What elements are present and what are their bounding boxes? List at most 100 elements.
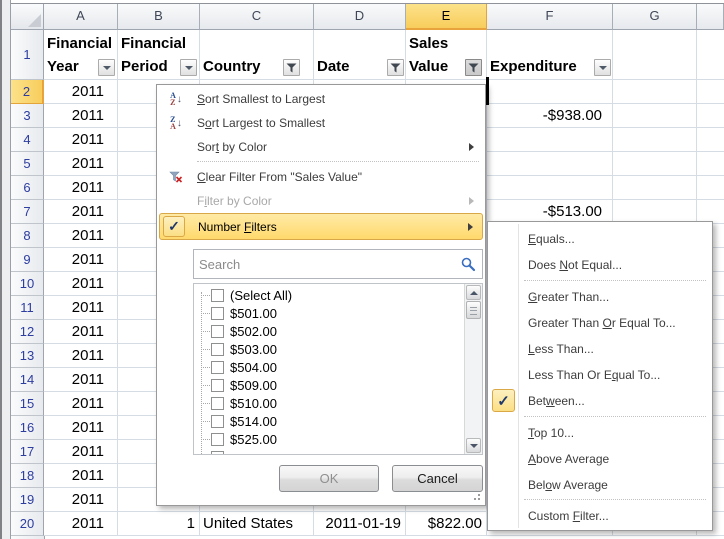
row-header-6[interactable]: 6 (11, 176, 44, 200)
submenu-item-less-than-or-equal[interactable]: Less Than Or Equal To... (490, 362, 710, 388)
cell-a18[interactable]: 2011 (44, 464, 118, 488)
row-header-8[interactable]: 8 (11, 224, 44, 248)
select-all-corner[interactable] (11, 4, 44, 30)
submenu-item-custom-filter[interactable]: Custom Filter... (490, 503, 710, 529)
cell-pad1[interactable] (697, 30, 724, 80)
cell-pad3[interactable] (697, 104, 724, 128)
menu-item-number-filters[interactable]: ✓ Number Filters (159, 213, 483, 240)
submenu-item-greater-than[interactable]: Greater Than... (490, 284, 710, 310)
search-input[interactable] (194, 257, 461, 272)
row-header-5[interactable]: 5 (11, 152, 44, 176)
submenu-item-below-average[interactable]: Below Average (490, 472, 710, 498)
list-scrollbar[interactable] (464, 284, 482, 454)
list-item[interactable]: $514.00 (194, 412, 465, 430)
cell-c1[interactable]: Country (200, 30, 314, 80)
row-header-7[interactable]: 7 (11, 200, 44, 224)
row-header-14[interactable]: 14 (11, 368, 44, 392)
cell-pad6[interactable] (697, 176, 724, 200)
cell-d20[interactable]: 2011-01-19 (314, 512, 406, 536)
checkbox[interactable] (211, 397, 224, 410)
cell-a13[interactable]: 2011 (44, 344, 118, 368)
cell-a19[interactable]: 2011 (44, 488, 118, 512)
column-header-D[interactable]: D (314, 4, 406, 30)
list-item[interactable]: $501.00 (194, 304, 465, 322)
submenu-item-less-than[interactable]: Less Than... (490, 336, 710, 362)
row-header-12[interactable]: 12 (11, 320, 44, 344)
cell-g4[interactable] (613, 128, 697, 152)
search-icon[interactable] (461, 257, 476, 272)
cell-a20[interactable]: 2011 (44, 512, 118, 536)
row-header-1[interactable]: 1 (11, 30, 44, 80)
row-header-17[interactable]: 17 (11, 440, 44, 464)
column-header-G[interactable]: G (613, 4, 697, 30)
cell-a8[interactable]: 2011 (44, 224, 118, 248)
cell-a7[interactable]: 2011 (44, 200, 118, 224)
cell-a16[interactable]: 2011 (44, 416, 118, 440)
row-header-4[interactable]: 4 (11, 128, 44, 152)
list-item-partial[interactable] (194, 448, 465, 454)
row-header-15[interactable]: 15 (11, 392, 44, 416)
cancel-button[interactable]: Cancel (392, 465, 483, 492)
submenu-item-top-10[interactable]: Top 10... (490, 420, 710, 446)
row-header-10[interactable]: 10 (11, 272, 44, 296)
cell-g6[interactable] (613, 176, 697, 200)
row-header-20[interactable]: 20 (11, 512, 44, 536)
cell-b20[interactable]: 1 (118, 512, 200, 536)
row-header-3[interactable]: 3 (11, 104, 44, 128)
cell-a5[interactable]: 2011 (44, 152, 118, 176)
column-header-partial[interactable] (697, 4, 724, 30)
cell-a6[interactable]: 2011 (44, 176, 118, 200)
filter-applied-button-d[interactable] (387, 59, 404, 76)
checkbox[interactable] (211, 361, 224, 374)
column-header-B[interactable]: B (118, 4, 200, 30)
row-header-16[interactable]: 16 (11, 416, 44, 440)
cell-g3[interactable] (613, 104, 697, 128)
checkbox[interactable] (211, 343, 224, 356)
cell-a12[interactable]: 2011 (44, 320, 118, 344)
list-item[interactable]: $502.00 (194, 322, 465, 340)
scrollbar-thumb[interactable] (466, 301, 481, 319)
menu-item-sort-by-color[interactable]: Sort by Color (159, 135, 483, 159)
resize-grip[interactable] (470, 490, 482, 502)
cell-f5[interactable] (487, 152, 613, 176)
checkbox[interactable] (211, 379, 224, 392)
cell-g2[interactable] (613, 80, 697, 104)
cell-a1[interactable]: Financial Year (44, 30, 118, 80)
cell-b1[interactable]: Financial Period (118, 30, 200, 80)
checkbox[interactable] (211, 325, 224, 338)
row-header-9[interactable]: 9 (11, 248, 44, 272)
cell-f6[interactable] (487, 176, 613, 200)
menu-item-sort-smallest-to-largest[interactable]: AZ↓ Sort Smallest to Largest (159, 87, 483, 111)
cell-a9[interactable]: 2011 (44, 248, 118, 272)
checkbox[interactable] (211, 433, 224, 446)
scroll-up-button[interactable] (466, 285, 481, 300)
cell-pad5[interactable] (697, 152, 724, 176)
filter-applied-button-e-open[interactable] (465, 59, 482, 76)
column-header-F[interactable]: F (487, 4, 613, 30)
checkbox[interactable] (211, 289, 224, 302)
cell-a17[interactable]: 2011 (44, 440, 118, 464)
cell-pad4[interactable] (697, 128, 724, 152)
checkbox[interactable] (211, 415, 224, 428)
row-header-11[interactable]: 11 (11, 296, 44, 320)
ok-button[interactable]: OK (279, 465, 379, 492)
row-header-2[interactable]: 2 (11, 80, 44, 104)
submenu-item-between[interactable]: Between... (490, 388, 710, 414)
filter-dropdown-button-b[interactable] (180, 59, 197, 76)
submenu-item-above-average[interactable]: Above Average (490, 446, 710, 472)
checkbox[interactable] (211, 451, 224, 455)
scroll-down-button[interactable] (466, 438, 481, 453)
cell-a14[interactable]: 2011 (44, 368, 118, 392)
list-item[interactable]: $504.00 (194, 358, 465, 376)
cell-f3[interactable]: -$938.00 (487, 104, 613, 128)
submenu-item-greater-than-or-equal[interactable]: Greater Than Or Equal To... (490, 310, 710, 336)
row-header-18[interactable]: 18 (11, 464, 44, 488)
menu-item-clear-filter[interactable]: Clear Filter From "Sales Value" (159, 165, 483, 189)
list-item[interactable]: $525.00 (194, 430, 465, 448)
column-header-A[interactable]: A (44, 4, 118, 30)
cell-f2[interactable] (487, 80, 613, 104)
cell-g1[interactable] (613, 30, 697, 80)
cell-e1[interactable]: Sales Value (406, 30, 487, 80)
row-header-13[interactable]: 13 (11, 344, 44, 368)
cell-f1[interactable]: Expenditure (487, 30, 613, 80)
